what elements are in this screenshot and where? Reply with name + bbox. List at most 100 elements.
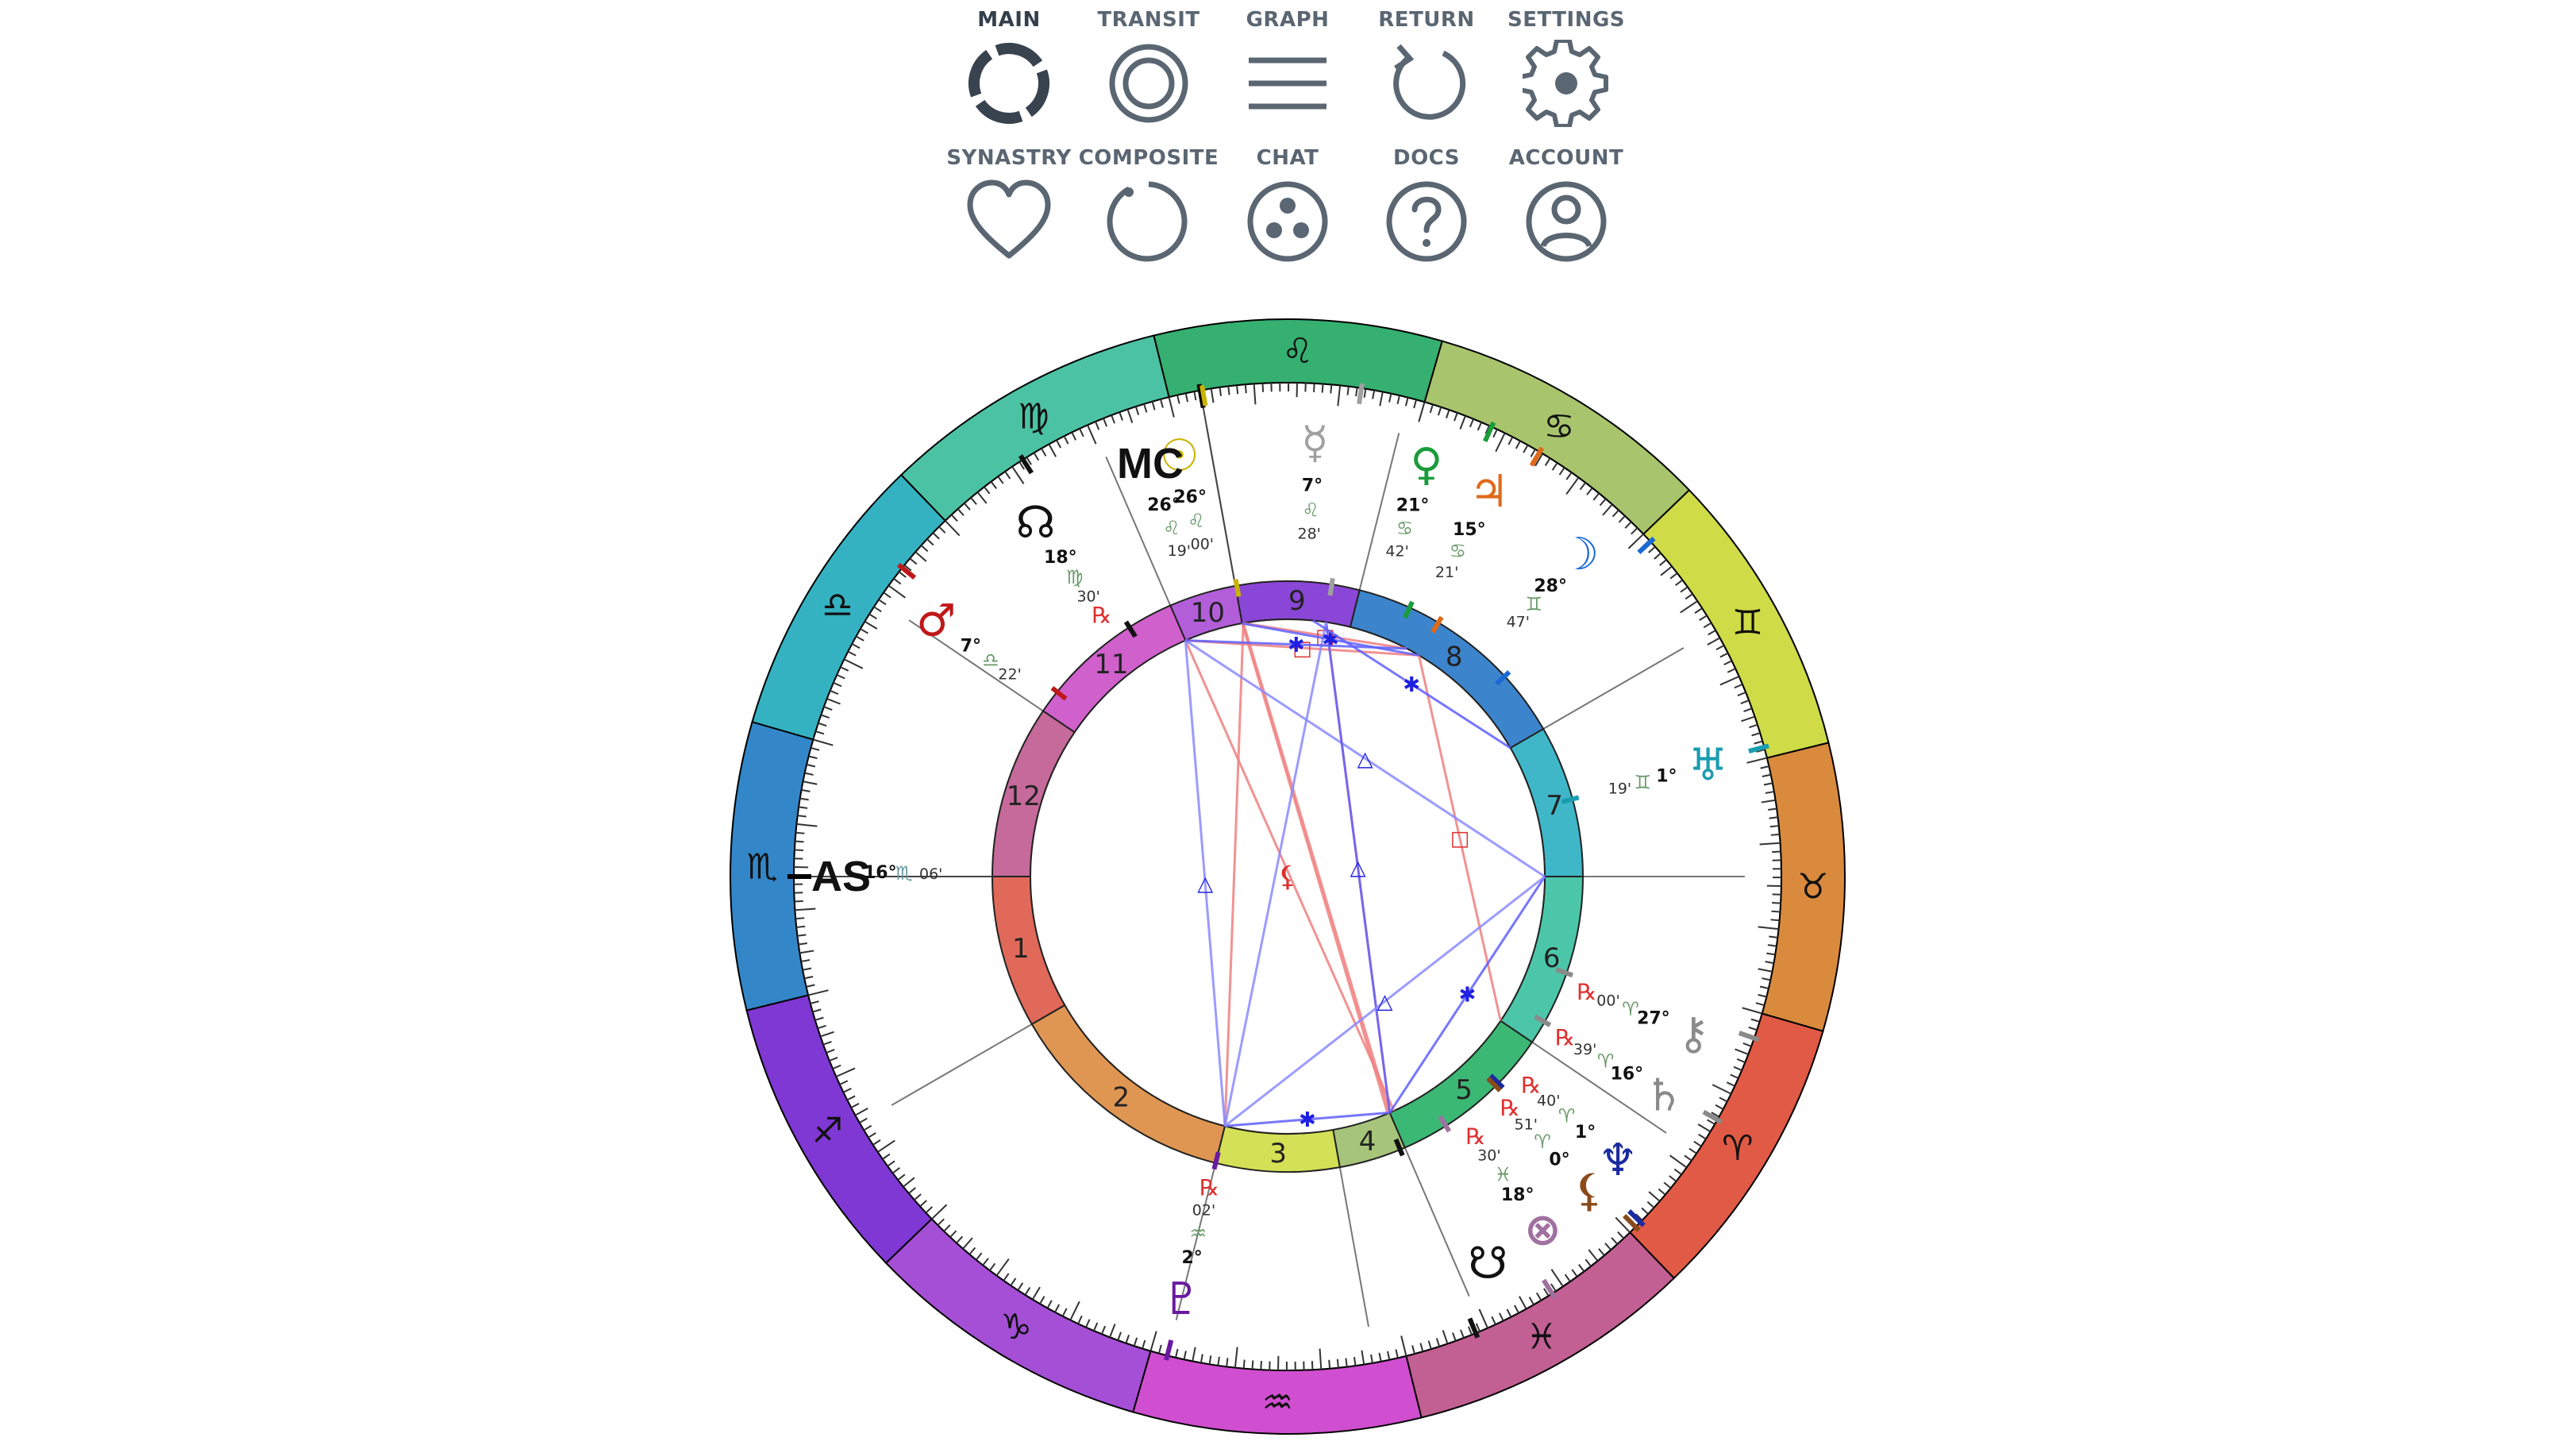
ascendant-degree: 16° — [864, 863, 897, 883]
mercury-icon: ☿ — [1301, 418, 1328, 469]
mercury-sign-icon: ♌ — [1302, 499, 1319, 521]
degree-tick — [1772, 902, 1781, 904]
chiron-degree: 27° — [1637, 1009, 1670, 1029]
degree-tick — [797, 815, 807, 818]
midheaven-label: MC — [1117, 440, 1184, 487]
degree-tick — [1236, 385, 1239, 395]
mars-minutes: 22' — [998, 666, 1021, 684]
venus-icon: ♀ — [1410, 439, 1442, 491]
lilith-retrograde-icon: ℞ — [1500, 1095, 1520, 1121]
ascendant-sign-icon: ♏ — [895, 862, 913, 884]
saturn-degree: 16° — [1611, 1064, 1644, 1084]
ascendant-minutes: 06' — [919, 865, 942, 883]
house-number-4: 4 — [1359, 1126, 1377, 1158]
moon-minutes: 47' — [1507, 613, 1530, 630]
fortune-icon: ⊗ — [1524, 1204, 1561, 1256]
fortune-degree: 18° — [1501, 1185, 1534, 1205]
degree-tick — [1311, 1361, 1314, 1370]
aspect-symbol-sq: □ — [1450, 827, 1470, 851]
venus-minutes: 42' — [1385, 542, 1408, 560]
saturn-icon: ♄ — [1644, 1069, 1684, 1121]
mars-sign-icon: ♎ — [982, 649, 999, 672]
degree-tick — [1227, 386, 1230, 395]
mercury-position-tick — [1357, 383, 1365, 405]
fortune-sign-icon: ♓ — [1495, 1163, 1512, 1185]
pisces-sign-icon: ♓ — [1526, 1317, 1557, 1358]
aspect-symbol-tri: △ — [1377, 990, 1393, 1014]
degree-tick — [794, 900, 803, 903]
taurus-sign-icon: ♉ — [1797, 867, 1828, 908]
degree-tick — [1330, 384, 1333, 394]
degree-tick — [1242, 1359, 1246, 1369]
pluto-minutes: 02' — [1192, 1202, 1215, 1220]
gemini-sign-icon: ♊ — [1732, 603, 1763, 643]
aspect-symbol-tri: △ — [1197, 872, 1213, 896]
chiron-minutes: 00' — [1596, 992, 1619, 1010]
aspect-symbol-sxt: ✱ — [1458, 984, 1476, 1008]
mercury-minutes: 28' — [1297, 526, 1320, 543]
scorpio-sign-icon: ♏ — [746, 846, 777, 887]
degree-tick — [1328, 1359, 1331, 1369]
venus-degree: 21° — [1396, 496, 1430, 516]
center-lilith-icon: ⚸ — [1277, 861, 1298, 893]
mercury-degree: 7° — [1302, 476, 1323, 496]
degree-tick — [1261, 383, 1265, 392]
aspect-symbol-sxt: ✱ — [1403, 673, 1420, 697]
house-number-9: 9 — [1288, 585, 1306, 617]
moon-icon: ☽ — [1559, 529, 1599, 580]
uranus-degree: 1° — [1656, 767, 1677, 787]
north-node-retrograde-icon: ℞ — [1092, 602, 1111, 628]
aquarius-sign-icon: ♒ — [1262, 1382, 1293, 1423]
venus-sign-icon: ♋ — [1396, 518, 1414, 540]
moon-sign-icon: ♊ — [1526, 593, 1543, 615]
sun-house-tick — [1233, 579, 1242, 597]
jupiter-degree: 15° — [1453, 520, 1486, 540]
chiron-icon: ⚷ — [1677, 1008, 1710, 1060]
degree-tick — [1346, 386, 1350, 395]
house-number-12: 12 — [1007, 780, 1041, 812]
house-number-2: 2 — [1113, 1082, 1130, 1114]
house-number-1: 1 — [1012, 933, 1030, 965]
house-number-11: 11 — [1094, 649, 1128, 680]
house-number-3: 3 — [1269, 1138, 1287, 1170]
lilith-icon: ⚸ — [1573, 1165, 1605, 1216]
north-node-degree: 18° — [1044, 548, 1077, 568]
aries-sign-icon: ♈ — [1722, 1128, 1753, 1169]
virgo-sign-icon: ♍ — [1018, 396, 1049, 437]
house-number-8: 8 — [1446, 641, 1463, 672]
pluto-retrograde-icon: ℞ — [1199, 1175, 1219, 1201]
fortune-retrograde-icon: ℞ — [1465, 1123, 1485, 1150]
degree-tick — [1769, 816, 1778, 819]
sagittarius-sign-icon: ♐ — [812, 1111, 843, 1151]
north-node-icon: ☊ — [1016, 497, 1056, 549]
aspect-symbol-tri: △ — [1350, 856, 1366, 880]
saturn-retrograde-icon: ℞ — [1555, 1024, 1575, 1050]
pluto-icon: ♇ — [1161, 1274, 1201, 1325]
neptune-retrograde-icon: ℞ — [1521, 1073, 1541, 1099]
saturn-sign-icon: ♈ — [1597, 1050, 1615, 1073]
uranus-minutes: 19' — [1608, 780, 1631, 797]
aspect-symbol-sxt: ✱ — [1288, 634, 1305, 657]
ascendant-label: AS — [811, 853, 871, 900]
chiron-sign-icon: ♈ — [1622, 998, 1639, 1020]
leo-sign-icon: ♌ — [1282, 331, 1313, 372]
neptune-sign-icon: ♈ — [1558, 1105, 1576, 1127]
sun-sign-icon: ♌ — [1188, 510, 1205, 532]
jupiter-minutes: 21' — [1435, 564, 1458, 581]
north-node-sign-icon: ♍ — [1066, 566, 1084, 588]
aspect-symbol-sxt: ✱ — [1299, 1108, 1316, 1132]
degree-tick — [1770, 833, 1780, 836]
chiron-retrograde-icon: ℞ — [1577, 979, 1596, 1005]
pluto-sign-icon: ♒ — [1189, 1222, 1207, 1244]
degree-tick — [1772, 850, 1781, 854]
lilith-sign-icon: ♈ — [1534, 1131, 1551, 1153]
degree-tick — [795, 917, 805, 920]
degree-tick — [1770, 919, 1780, 922]
degree-tick — [1769, 935, 1778, 938]
saturn-minutes: 39' — [1573, 1041, 1596, 1058]
jupiter-icon: ♃ — [1469, 466, 1509, 518]
house-number-7: 7 — [1546, 790, 1563, 822]
libra-sign-icon: ♎ — [822, 585, 853, 626]
south-node-icon: ☋ — [1468, 1238, 1507, 1289]
house-number-10: 10 — [1191, 597, 1225, 629]
